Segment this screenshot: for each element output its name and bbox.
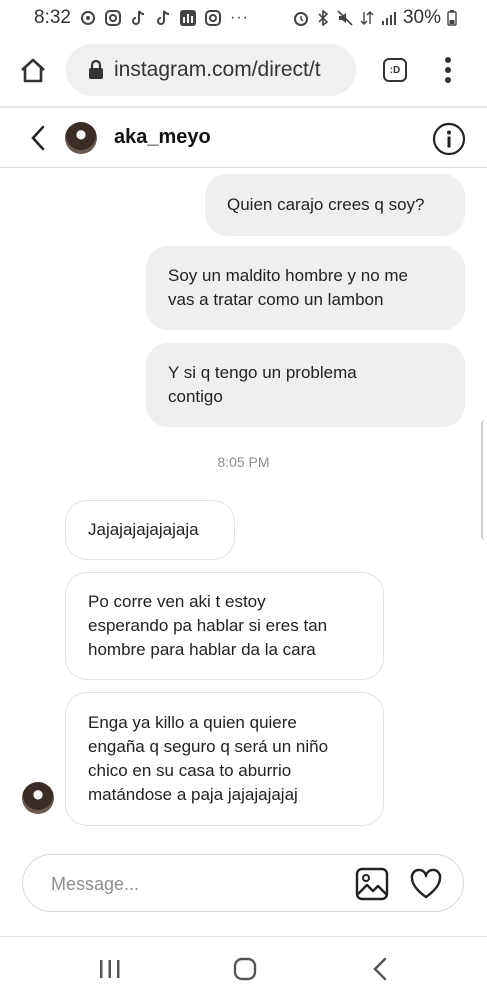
message-line: engaña q seguro q será un niño <box>88 737 329 756</box>
tab-switcher-label: :D <box>389 64 401 76</box>
message-line: vas a tratar como un lambon <box>168 290 384 309</box>
lock-icon <box>89 60 103 79</box>
message-line: Enga ya killo a quien quiere <box>88 713 297 732</box>
message-line: chico en su casa to aburrio <box>88 761 292 780</box>
more-notifications-icon: ··· <box>229 9 249 26</box>
received-message[interactable]: Po corre ven aki t estoy esperando pa ha… <box>65 572 384 680</box>
mute-icon <box>337 10 353 26</box>
heart-icon[interactable] <box>409 868 443 900</box>
chevron-left-icon[interactable] <box>28 124 48 152</box>
toolbar-divider <box>0 106 487 108</box>
sent-message[interactable]: Y si q tengo un problema contigo <box>146 343 465 427</box>
status-time: 8:32 <box>34 7 71 28</box>
message-line: Po corre ven aki t estoy <box>88 592 266 611</box>
tab-switcher-button[interactable]: :D <box>383 58 407 82</box>
avatar[interactable] <box>65 122 97 154</box>
message-line: matándose a paja jajajajajaj <box>88 785 298 804</box>
info-icon[interactable] <box>432 122 466 156</box>
url-bar[interactable]: instagram.com/direct/t <box>66 44 356 96</box>
bluetooth-icon <box>318 10 329 26</box>
message-line: Soy un maldito hombre y no me <box>168 266 409 285</box>
more-vert-icon[interactable] <box>440 56 456 84</box>
message-line: Jajajajajajajaja <box>88 520 199 539</box>
chat-username[interactable]: aka_meyo <box>114 126 211 149</box>
tiktok-icon <box>157 10 170 25</box>
stats-app-icon <box>179 10 196 26</box>
url-text: instagram.com/direct/t <box>114 58 321 81</box>
browser-toolbar: instagram.com/direct/t :D <box>0 36 487 106</box>
tiktok-icon <box>132 10 145 25</box>
home-button-icon[interactable] <box>233 957 257 981</box>
sent-message[interactable]: Quien carajo crees q soy? <box>205 174 465 236</box>
received-message[interactable]: Enga ya killo a quien quiere engaña q se… <box>65 692 384 826</box>
back-nav-icon[interactable] <box>372 957 388 981</box>
message-composer <box>22 854 464 912</box>
sent-message[interactable]: Soy un maldito hombre y no me vas a trat… <box>146 246 465 330</box>
settings-icon <box>80 11 95 25</box>
scroll-indicator[interactable] <box>481 420 487 540</box>
received-message[interactable]: Jajajajajajajaja <box>65 500 235 560</box>
signal-icon <box>381 12 396 25</box>
message-timestamp: 8:05 PM <box>217 454 270 470</box>
message-input[interactable] <box>49 869 333 899</box>
message-line: Y si q tengo un problema <box>168 363 357 382</box>
system-nav-bar <box>0 936 487 1001</box>
sender-avatar[interactable] <box>22 782 54 814</box>
image-icon[interactable] <box>355 867 389 901</box>
battery-icon <box>447 10 457 26</box>
recent-apps-icon[interactable] <box>99 959 121 979</box>
home-icon[interactable] <box>18 56 48 86</box>
message-line: hombre para hablar da la cara <box>88 640 316 659</box>
message-line: Quien carajo crees q soy? <box>227 195 425 214</box>
message-list: Quien carajo crees q soy? Soy un maldito… <box>0 168 487 848</box>
data-4g-icon <box>360 11 374 25</box>
instagram-icon <box>104 10 121 26</box>
alarm-icon <box>293 12 308 26</box>
message-line: esperando pa hablar si eres tan <box>88 616 328 635</box>
message-line: contigo <box>168 387 223 406</box>
chat-header: aka_meyo <box>0 110 487 166</box>
instagram-icon <box>204 10 221 26</box>
status-bar: 8:32 ··· 30% <box>0 0 487 36</box>
battery-percent: 30% <box>402 7 441 28</box>
